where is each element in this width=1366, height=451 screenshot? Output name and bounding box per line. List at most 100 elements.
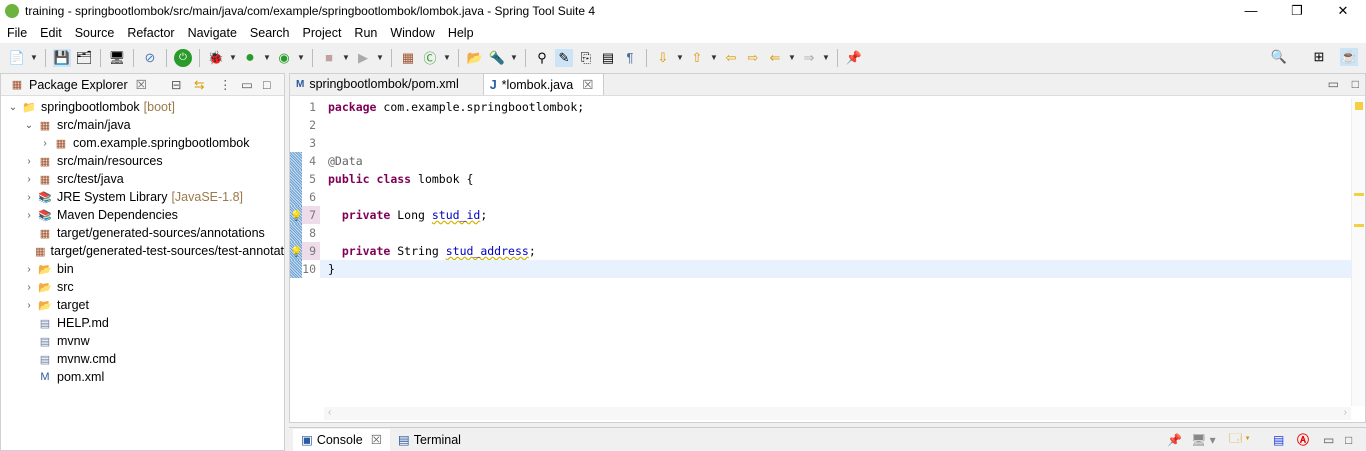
code-line[interactable]: 5 public class lombok {: [290, 170, 1351, 188]
chevron-down-icon[interactable]: ▼: [297, 53, 305, 62]
code-line[interactable]: 6: [290, 188, 1351, 206]
toggle-breadcrumb-icon[interactable]: ⚲: [533, 49, 551, 67]
next-annotation-icon[interactable]: ⇩: [654, 49, 672, 67]
chevron-down-icon[interactable]: ▼: [229, 53, 237, 62]
tab-lombok-java[interactable]: J *lombok.java ☒: [482, 73, 605, 95]
pin-editor-icon[interactable]: 📌: [845, 49, 863, 67]
overview-ruler[interactable]: [1351, 98, 1365, 406]
tree-item[interactable]: Mpom.xml: [1, 368, 284, 386]
code-line[interactable]: 8: [290, 224, 1351, 242]
tab-pom-xml[interactable]: M springbootlombok/pom.xml: [290, 73, 469, 95]
chevron-down-icon[interactable]: ▼: [710, 53, 718, 62]
tab-console[interactable]: ▣ Console ☒: [293, 428, 390, 451]
tree-item[interactable]: › 📚 Maven Dependencies: [1, 206, 284, 224]
spring-boot-icon[interactable]: ⏻: [174, 48, 192, 67]
debug-icon[interactable]: 🐞: [207, 49, 225, 67]
view-menu-icon[interactable]: ⋮: [219, 77, 232, 92]
tree-item[interactable]: › ▦ com.example.springbootlombok: [1, 134, 284, 152]
warning-summary-icon[interactable]: [1355, 102, 1363, 110]
menu-project[interactable]: Project: [296, 26, 348, 40]
tree-item[interactable]: ▤ mvnw.cmd: [1, 350, 284, 368]
horizontal-scrollbar[interactable]: ‹ ›: [324, 407, 1351, 420]
chevron-down-icon[interactable]: ▼: [443, 53, 451, 62]
warning-marker[interactable]: [1354, 193, 1364, 196]
stop-icon[interactable]: ■: [320, 49, 338, 67]
external-tools-icon[interactable]: ◉: [275, 49, 293, 67]
maximize-button[interactable]: ❐: [1274, 0, 1320, 22]
last-edit-icon[interactable]: ⇦: [722, 49, 740, 67]
close-button[interactable]: ✕: [1320, 0, 1366, 22]
menu-file[interactable]: File: [0, 26, 33, 40]
chevron-down-icon[interactable]: ▼: [342, 53, 350, 62]
close-icon[interactable]: ☒: [582, 77, 593, 92]
code-line[interactable]: 2: [290, 116, 1351, 134]
minimize-button[interactable]: —: [1228, 0, 1274, 22]
chevron-right-icon[interactable]: ›: [23, 192, 35, 203]
package-explorer-tab[interactable]: Package Explorer: [29, 78, 128, 92]
mark-occurrences-icon[interactable]: ✎: [555, 48, 573, 67]
tree-item[interactable]: ▦ target/generated-test-sources/test-anno…: [1, 242, 284, 260]
chevron-right-icon[interactable]: ›: [23, 210, 35, 221]
code-line[interactable]: 10}: [290, 260, 1351, 278]
spelling-icon[interactable]: Ⓐ: [1297, 431, 1309, 448]
terminal-icon[interactable]: 🖥: [108, 49, 126, 67]
chevron-down-icon[interactable]: ▼: [676, 53, 684, 62]
chevron-right-icon[interactable]: ›: [23, 264, 35, 275]
chevron-right-icon[interactable]: ›: [23, 156, 35, 167]
problems-icon[interactable]: ▤: [1273, 433, 1284, 447]
chevron-down-icon[interactable]: ▼: [263, 53, 271, 62]
chevron-down-icon[interactable]: ▼: [510, 53, 518, 62]
chevron-right-icon[interactable]: ›: [23, 174, 35, 185]
minimize-icon[interactable]: ▭: [241, 77, 253, 92]
chevron-right-icon[interactable]: ›: [23, 282, 35, 293]
forward-edit-icon[interactable]: ⇨: [744, 49, 762, 67]
collapse-all-icon[interactable]: ⊟: [171, 77, 181, 92]
maximize-icon[interactable]: □: [263, 78, 271, 92]
tree-item[interactable]: ⌄ 📁 springbootlombok [boot]: [1, 98, 284, 116]
connect-icon[interactable]: ▶: [354, 49, 372, 67]
search-icon[interactable]: 🔍: [1270, 48, 1288, 66]
close-icon[interactable]: ☒: [371, 432, 382, 447]
chevron-down-icon[interactable]: ▼: [822, 53, 830, 62]
open-type-icon[interactable]: 📂: [466, 49, 484, 67]
menu-help[interactable]: Help: [441, 26, 480, 40]
code-line[interactable]: 💡 7 private Long stud_id;: [290, 206, 1351, 224]
tree-item[interactable]: ▦ target/generated-sources/annotations: [1, 224, 284, 242]
code-line[interactable]: 💡 9 private String stud_address;: [290, 242, 1351, 260]
tree-item[interactable]: › 📂 target: [1, 296, 284, 314]
menu-window[interactable]: Window: [383, 26, 440, 40]
minimize-icon[interactable]: ▭: [1323, 433, 1334, 447]
previous-annotation-icon[interactable]: ⇧: [688, 49, 706, 67]
maximize-icon[interactable]: □: [1345, 433, 1352, 447]
chevron-down-icon[interactable]: ▼: [376, 53, 384, 62]
menu-refactor[interactable]: Refactor: [120, 26, 180, 40]
chevron-down-icon[interactable]: ⌄: [7, 102, 19, 113]
tree-item[interactable]: › 📂 bin: [1, 260, 284, 278]
chevron-right-icon[interactable]: ›: [23, 300, 35, 311]
open-console-icon[interactable]: 🗔 ▾: [1229, 429, 1250, 450]
pin-console-icon[interactable]: 📌: [1167, 433, 1182, 447]
chevron-down-icon[interactable]: ⌄: [23, 120, 35, 131]
block-selection-icon[interactable]: ⎘: [577, 49, 595, 67]
forward-icon[interactable]: ⇒: [800, 49, 818, 67]
menu-edit[interactable]: Edit: [33, 26, 68, 40]
java-perspective-icon[interactable]: ☕: [1340, 48, 1358, 66]
tree-item[interactable]: › 📚 JRE System Library [JavaSE-1.8]: [1, 188, 284, 206]
link-with-editor-icon[interactable]: ⇆: [194, 77, 204, 92]
save-all-icon[interactable]: 🗂: [75, 49, 93, 67]
new-package-icon[interactable]: ▦: [399, 49, 417, 67]
save-icon[interactable]: 💾: [53, 48, 71, 67]
tree-item[interactable]: › ▦ src/main/resources: [1, 152, 284, 170]
close-icon[interactable]: ☒: [136, 77, 147, 92]
menu-navigate[interactable]: Navigate: [181, 26, 243, 40]
tab-terminal[interactable]: ▤ Terminal: [390, 432, 469, 448]
word-wrap-icon[interactable]: ▤: [599, 49, 617, 67]
chevron-right-icon[interactable]: ›: [39, 138, 51, 149]
code-line[interactable]: 4 @Data: [290, 152, 1351, 170]
menu-run[interactable]: Run: [347, 26, 383, 40]
show-whitespace-icon[interactable]: ¶: [621, 49, 639, 67]
tree-item[interactable]: ▤ HELP.md: [1, 314, 284, 332]
code-line[interactable]: 1 package com.example.springbootlombok;: [290, 98, 1351, 116]
back-icon[interactable]: ⇐: [766, 49, 784, 67]
warning-marker[interactable]: [1354, 224, 1364, 227]
